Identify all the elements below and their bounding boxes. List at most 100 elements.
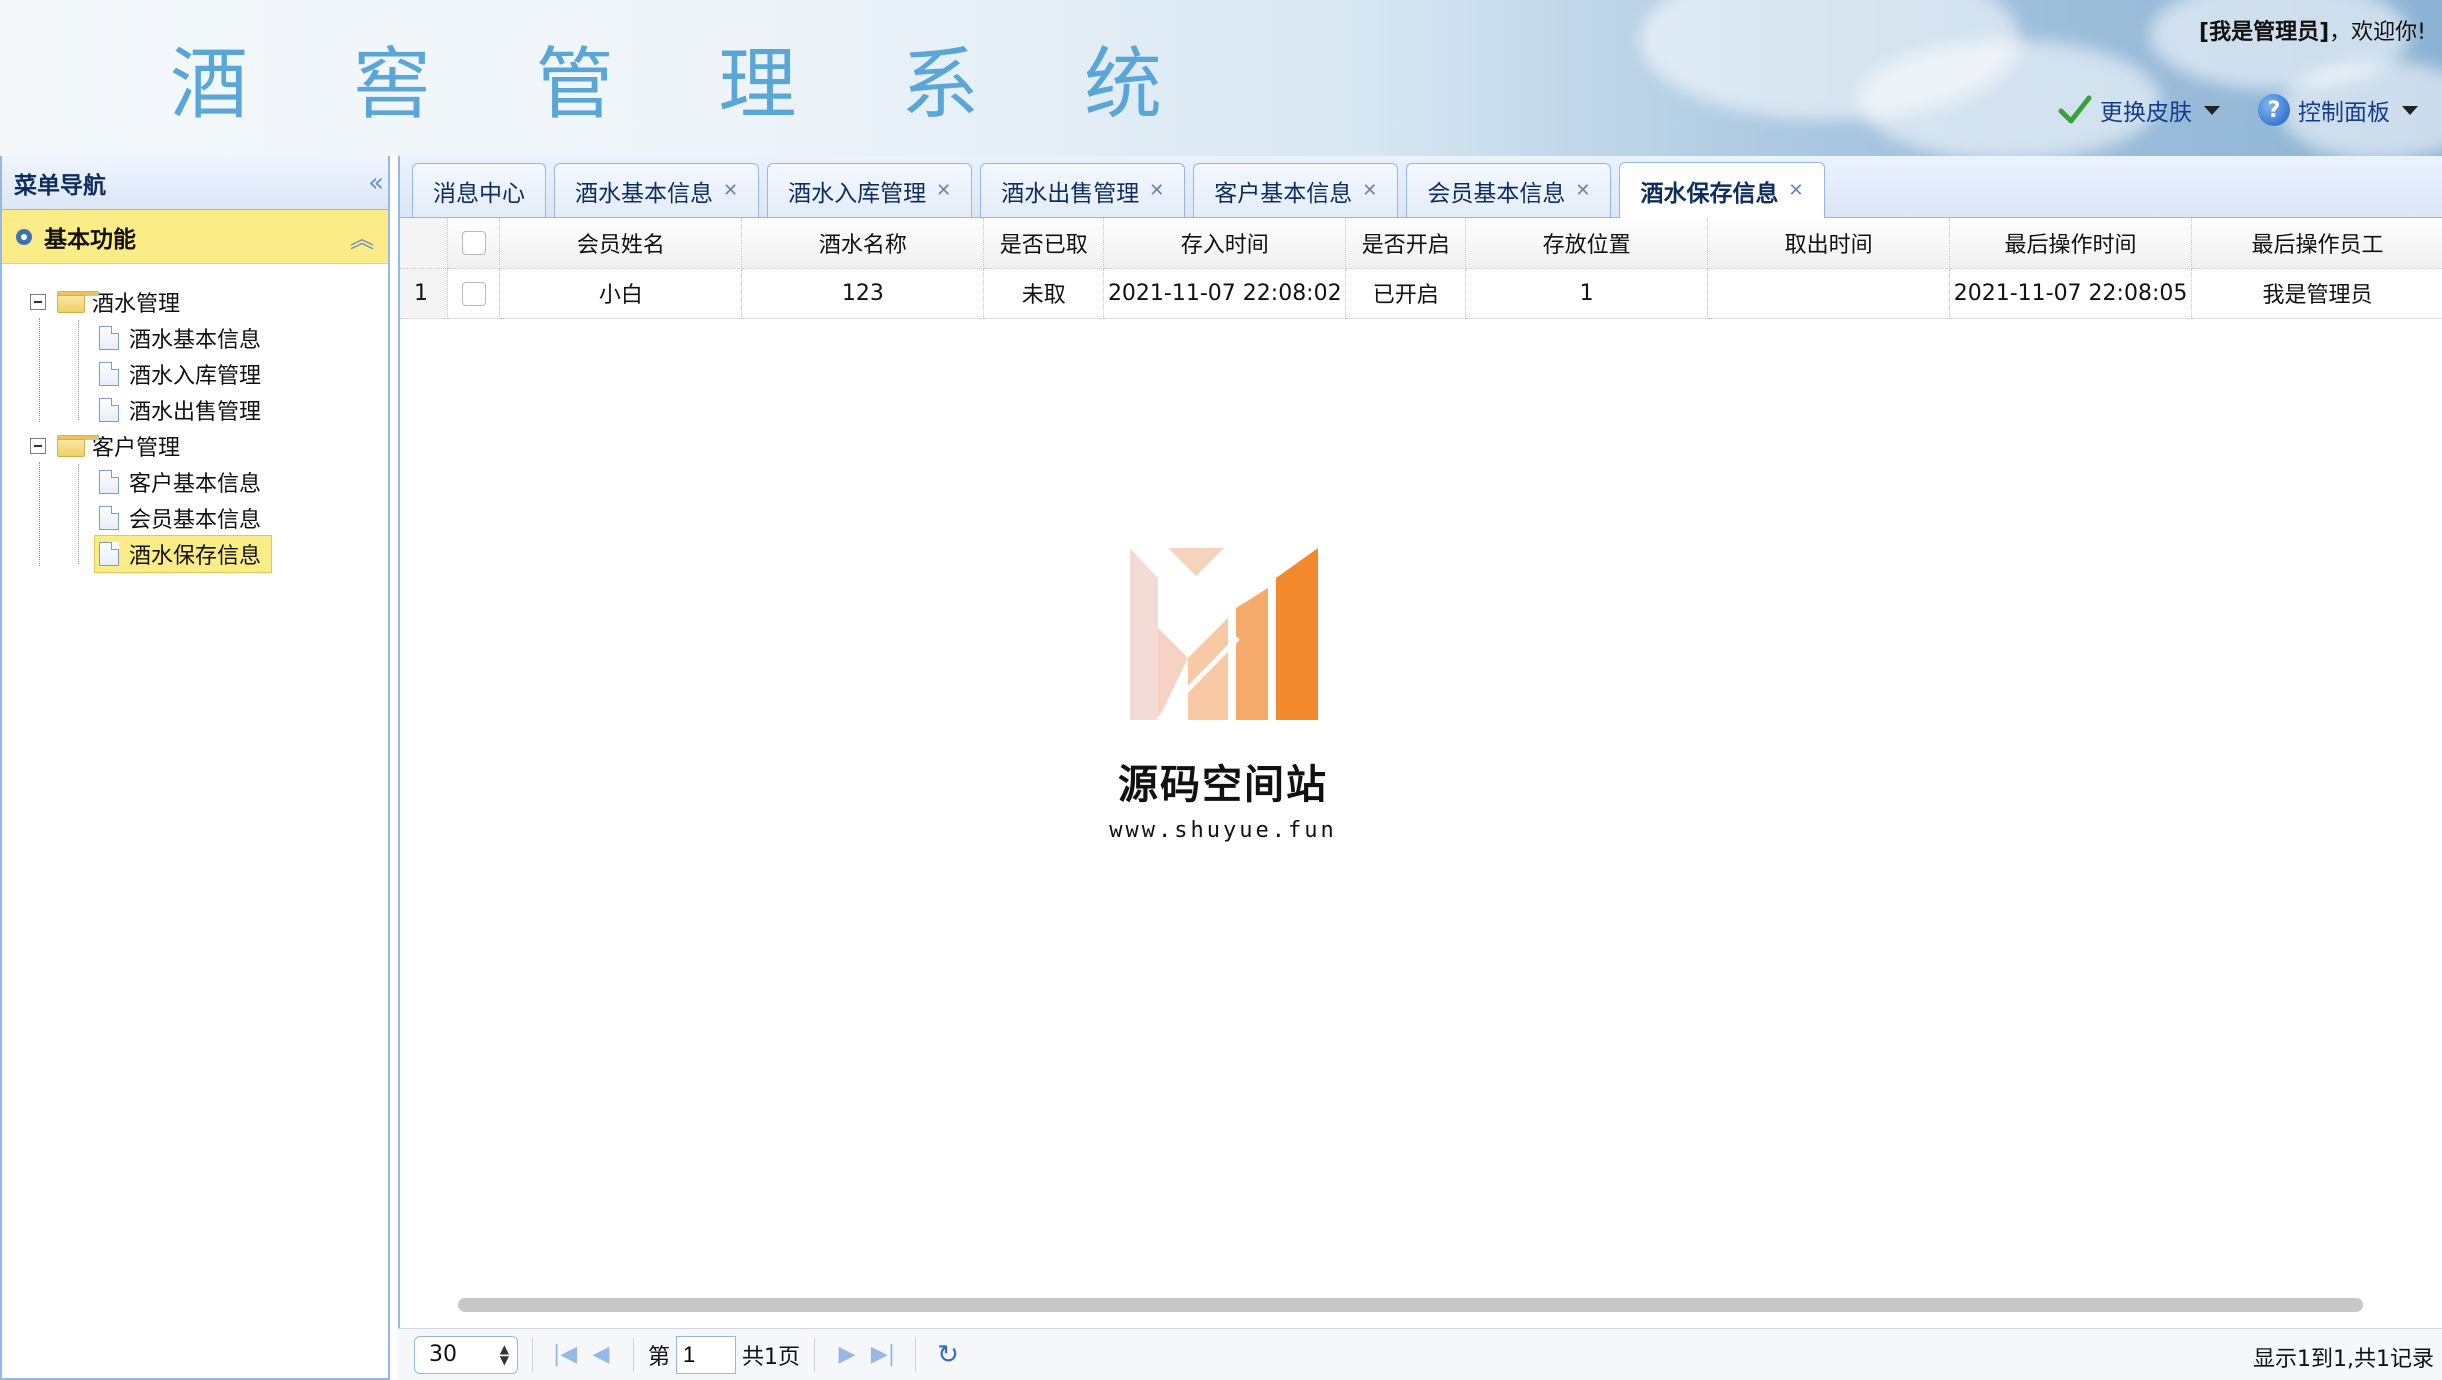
record-info: 显示1到1,共1记录	[2253, 1347, 2434, 1372]
table-cell: 小白	[499, 268, 743, 319]
welcome-user: [我是管理员]	[2199, 20, 2330, 45]
table-cell: 1	[1465, 268, 1709, 319]
collapse-toggle-icon[interactable]	[30, 294, 46, 310]
column-header[interactable]: 最后操作员工	[2191, 218, 2442, 269]
watermark-url: www.shuyue.fun	[1109, 818, 1337, 843]
welcome-message: [我是管理员]，欢迎你!	[2199, 14, 2426, 46]
column-header[interactable]: 是否开启	[1345, 218, 1467, 269]
divider	[532, 1337, 533, 1372]
column-header[interactable]: 取出时间	[1707, 218, 1951, 269]
tree-folder-wine-management[interactable]: 酒水管理	[2, 284, 388, 320]
change-skin-label: 更换皮肤	[2100, 100, 2192, 126]
spinner-icon: ▲ ▼	[499, 1341, 509, 1367]
tree-item-label: 会员基本信息	[129, 508, 262, 533]
data-grid: 会员姓名 酒水名称 是否已取 存入时间 是否开启 存放位置 取出时间 最后操作时…	[400, 218, 2442, 319]
tab-label: 消息中心	[433, 180, 525, 207]
page-size-select[interactable]: 30 ▲ ▼	[414, 1335, 518, 1374]
pagination-bar: 30 ▲▼ |◀ ◀ 第 共1页 ▶ ▶| ↻ 显示1到1,共1记录	[398, 1328, 2442, 1380]
close-icon[interactable]: ✕	[1575, 180, 1590, 201]
collapse-toggle-icon[interactable]	[30, 438, 46, 454]
close-icon[interactable]: ✕	[1362, 180, 1377, 201]
close-icon[interactable]: ✕	[723, 180, 738, 201]
tree-item-member-basic-info[interactable]: 会员基本信息	[2, 500, 388, 536]
tree-folder-customer-management[interactable]: 客户管理	[2, 428, 388, 464]
tree-item-wine-sales[interactable]: 酒水出售管理	[2, 392, 388, 428]
last-page-icon[interactable]: ▶|	[865, 1337, 901, 1373]
tab-wine-stock-in[interactable]: 酒水入库管理 ✕	[767, 163, 973, 217]
sidebar-header: 菜单导航 «	[2, 156, 388, 210]
row-number-header	[400, 218, 449, 269]
column-header[interactable]: 最后操作时间	[1949, 218, 2193, 269]
close-icon[interactable]: ✕	[936, 180, 951, 201]
tab-label: 酒水保存信息	[1640, 180, 1779, 207]
row-checkbox[interactable]	[461, 281, 486, 306]
watermark-name: 源码空间站	[1118, 762, 1328, 808]
table-cell: 2021-11-07 22:08:05	[1949, 268, 2193, 319]
divider	[814, 1337, 816, 1372]
column-header[interactable]: 酒水名称	[741, 218, 985, 269]
next-page-icon[interactable]: ▶	[829, 1337, 865, 1373]
chevron-down-icon	[2402, 105, 2418, 115]
horizontal-scrollbar[interactable]	[458, 1298, 2363, 1312]
row-checkbox-cell[interactable]	[447, 268, 501, 319]
select-all-checkbox[interactable]	[461, 231, 486, 256]
collapse-sidebar-icon[interactable]: «	[368, 168, 384, 198]
document-icon	[99, 470, 119, 494]
row-number: 1	[400, 268, 449, 319]
close-icon[interactable]: ✕	[1149, 180, 1164, 201]
app-header: 酒 窖 管 理 系 统 [我是管理员]，欢迎你! 更换皮肤 ? 控制面板	[0, 0, 2442, 156]
tab-message-center[interactable]: 消息中心	[412, 163, 546, 217]
tree-item-label: 酒水入库管理	[129, 364, 262, 389]
column-header[interactable]: 会员姓名	[499, 218, 743, 269]
tab-wine-storage-info[interactable]: 酒水保存信息 ✕	[1619, 162, 1825, 218]
tab-wine-sales[interactable]: 酒水出售管理 ✕	[980, 163, 1186, 217]
folder-icon	[56, 291, 99, 313]
tree-item-wine-basic-info[interactable]: 酒水基本信息	[2, 320, 388, 356]
tree-item-label: 客户基本信息	[129, 472, 262, 497]
document-icon	[99, 506, 119, 530]
chevron-down-icon	[2204, 105, 2220, 115]
first-page-icon[interactable]: |◀	[547, 1337, 583, 1373]
column-header[interactable]: 存放位置	[1465, 218, 1709, 269]
table-row[interactable]: 1 小白 123 未取 2021-11-07 22:08:02 已开启 1 20…	[400, 268, 2442, 319]
control-panel-button[interactable]: ? 控制面板	[2258, 92, 2418, 128]
change-skin-button[interactable]: 更换皮肤	[2058, 92, 2220, 128]
bullet-icon	[16, 228, 32, 245]
column-header[interactable]: 存入时间	[1103, 218, 1347, 269]
tree-item-wine-storage-info[interactable]: 酒水保存信息	[2, 535, 388, 573]
chevron-up-icon[interactable]: ︽	[350, 219, 374, 254]
column-header[interactable]: 是否已取	[983, 218, 1105, 269]
tree-item-label: 酒水出售管理	[129, 400, 262, 425]
select-all-checkbox-cell[interactable]	[447, 218, 501, 269]
table-cell: 123	[741, 268, 985, 319]
table-cell	[1707, 268, 1951, 319]
divider	[915, 1337, 917, 1372]
sidebar-title: 菜单导航	[14, 172, 106, 199]
tab-wine-basic-info[interactable]: 酒水基本信息 ✕	[554, 163, 760, 217]
page-number-input[interactable]	[676, 1335, 737, 1374]
tree-item-wine-stock-in[interactable]: 酒水入库管理	[2, 356, 388, 392]
tab-label: 酒水入库管理	[788, 180, 927, 207]
document-icon	[99, 326, 119, 350]
document-icon	[99, 542, 119, 566]
sidebar: 菜单导航 « 基本功能 ︽ 酒水管理 酒水基本信息 酒水入库管理 酒水出售管理 …	[0, 156, 390, 1380]
tab-member-basic-info[interactable]: 会员基本信息 ✕	[1406, 163, 1612, 217]
watermark-logo	[1130, 548, 1318, 722]
page-prefix: 第	[648, 1344, 671, 1370]
previous-page-icon[interactable]: ◀	[583, 1337, 619, 1373]
tree-item-label: 酒水保存信息	[129, 544, 262, 569]
section-title: 基本功能	[44, 226, 136, 253]
tab-customer-basic-info[interactable]: 客户基本信息 ✕	[1193, 163, 1399, 217]
help-icon: ?	[2258, 94, 2290, 126]
watermark: 源码空间站 www.shuyue.fun	[1108, 548, 1338, 843]
control-panel-label: 控制面板	[2298, 100, 2390, 126]
refresh-icon[interactable]: ↻	[930, 1337, 966, 1373]
app-title: 酒 窖 管 理 系 统	[170, 40, 1202, 130]
table-cell: 2021-11-07 22:08:02	[1103, 268, 1347, 319]
table-header-row: 会员姓名 酒水名称 是否已取 存入时间 是否开启 存放位置 取出时间 最后操作时…	[400, 218, 2442, 269]
tree-item-customer-basic-info[interactable]: 客户基本信息	[2, 464, 388, 500]
tab-label: 酒水基本信息	[575, 180, 713, 207]
checkmark-icon	[2058, 95, 2092, 124]
section-basic-functions[interactable]: 基本功能 ︽	[2, 210, 388, 264]
close-icon[interactable]: ✕	[1788, 180, 1803, 201]
